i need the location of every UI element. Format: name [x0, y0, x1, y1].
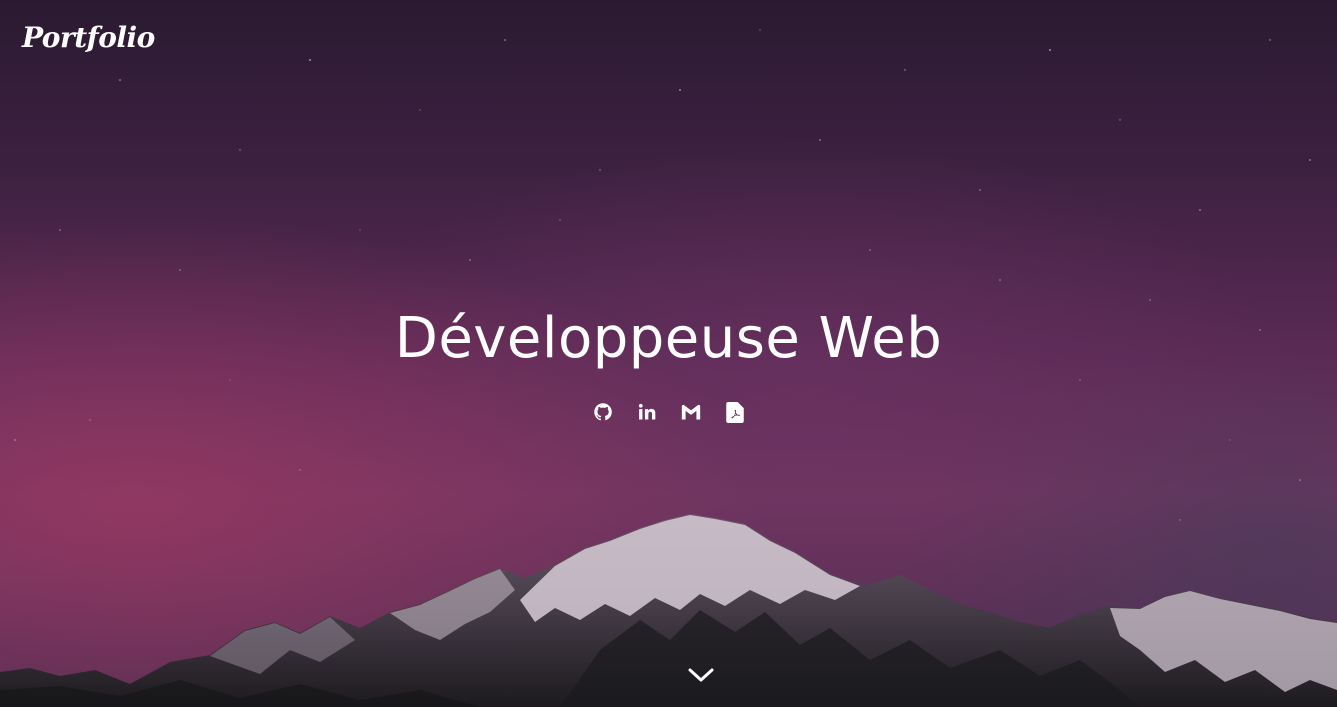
- linkedin-link[interactable]: [637, 401, 657, 423]
- pdf-file-icon: [725, 401, 744, 423]
- cv-pdf-link[interactable]: [725, 401, 745, 423]
- gmail-icon: [681, 404, 700, 420]
- chevron-down-icon: [688, 668, 714, 682]
- linkedin-icon: [638, 403, 655, 420]
- site-logo[interactable]: Portfolio: [22, 24, 155, 52]
- github-icon: [593, 403, 612, 421]
- hero-title: Développeuse Web: [394, 306, 943, 371]
- social-links: [0, 401, 1337, 423]
- hero-section: Portfolio Développeuse Web: [0, 0, 1337, 707]
- scroll-down-button[interactable]: [684, 665, 718, 685]
- github-link[interactable]: [593, 401, 613, 423]
- gmail-link[interactable]: [681, 401, 701, 423]
